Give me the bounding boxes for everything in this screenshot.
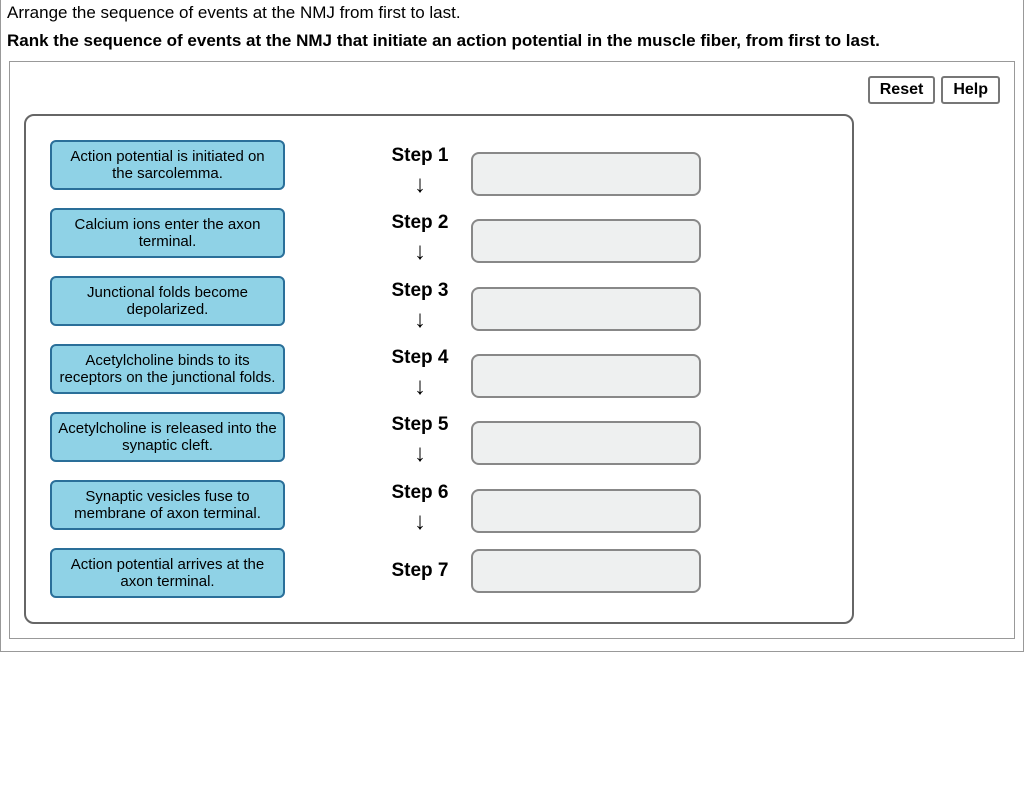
step-label-cell: Step 4 ↓ xyxy=(385,347,455,405)
drop-slot-7[interactable] xyxy=(471,549,701,593)
drop-slot-5[interactable] xyxy=(471,421,701,465)
draggable-tile[interactable]: Acetylcholine is released into the synap… xyxy=(50,412,285,462)
draggable-tile[interactable]: Calcium ions enter the axon terminal. xyxy=(50,208,285,258)
draggable-tile[interactable]: Acetylcholine binds to its receptors on … xyxy=(50,344,285,394)
arrow-down-icon: ↓ xyxy=(414,510,426,534)
question-title: Arrange the sequence of events at the NM… xyxy=(1,0,1023,29)
arrow-down-icon: ↓ xyxy=(414,375,426,399)
question-container: Arrange the sequence of events at the NM… xyxy=(0,0,1024,652)
step-label: Step 3 xyxy=(385,280,455,302)
drop-slot-2[interactable] xyxy=(471,219,701,263)
arrow-down-icon: ↓ xyxy=(414,308,426,332)
activity-panel: Reset Help Action potential is initiated… xyxy=(9,61,1015,639)
source-tiles-column: Action potential is initiated on the sar… xyxy=(50,140,285,598)
draggable-tile[interactable]: Action potential is initiated on the sar… xyxy=(50,140,285,190)
step-label: Step 6 xyxy=(385,482,455,504)
step-label: Step 4 xyxy=(385,347,455,369)
drop-slot-6[interactable] xyxy=(471,489,701,533)
step-label-cell: Step 5 ↓ xyxy=(385,414,455,472)
step-label: Step 5 xyxy=(385,414,455,436)
step-label-cell: Step 7 xyxy=(385,560,455,582)
draggable-tile[interactable]: Junctional folds become depolarized. xyxy=(50,276,285,326)
drop-slot-3[interactable] xyxy=(471,287,701,331)
ranking-workspace: Action potential is initiated on the sar… xyxy=(24,114,854,624)
question-instruction: Rank the sequence of events at the NMJ t… xyxy=(1,29,1023,61)
arrow-down-icon: ↓ xyxy=(414,173,426,197)
draggable-tile[interactable]: Action potential arrives at the axon ter… xyxy=(50,548,285,598)
step-label-cell: Step 1 ↓ xyxy=(385,145,455,203)
help-button[interactable]: Help xyxy=(941,76,1000,104)
step-label: Step 7 xyxy=(385,560,455,582)
arrow-down-icon: ↓ xyxy=(414,442,426,466)
button-row: Reset Help xyxy=(24,76,1000,104)
drop-slot-4[interactable] xyxy=(471,354,701,398)
target-steps-column: Step 1 ↓ Step 2 ↓ Step 3 ↓ Step 4 ↓ xyxy=(385,140,701,598)
drop-slot-1[interactable] xyxy=(471,152,701,196)
step-label-cell: Step 3 ↓ xyxy=(385,280,455,338)
step-label-cell: Step 6 ↓ xyxy=(385,482,455,540)
arrow-down-icon: ↓ xyxy=(414,240,426,264)
reset-button[interactable]: Reset xyxy=(868,76,936,104)
draggable-tile[interactable]: Synaptic vesicles fuse to membrane of ax… xyxy=(50,480,285,530)
step-label-cell: Step 2 ↓ xyxy=(385,212,455,270)
step-label: Step 1 xyxy=(385,145,455,167)
step-label: Step 2 xyxy=(385,212,455,234)
